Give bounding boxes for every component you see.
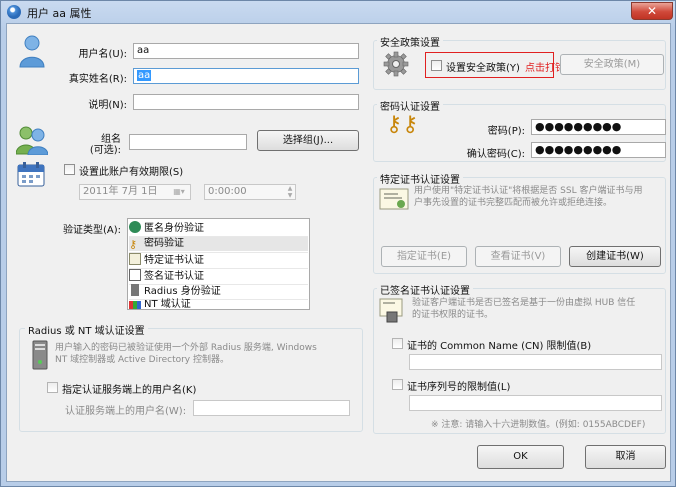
expiry-date-value: 2011年 7月 1日 xyxy=(83,186,158,197)
ok-button[interactable]: OK xyxy=(477,445,564,469)
user-app-icon xyxy=(7,5,21,19)
specify-server-username-label: 指定认证服务端上的用户名(K) xyxy=(62,385,197,396)
signed-certificate-icon xyxy=(129,269,141,281)
cn-limit-label: 证书的 Common Name (CN) 限制值(B) xyxy=(407,341,592,352)
confirm-password-label: 确认密码(C): xyxy=(466,149,525,160)
auth-item-signed-cert[interactable]: 签名证书认证 xyxy=(129,269,308,283)
specific-cert-group-title: 特定证书认证设置 xyxy=(377,171,463,186)
expiry-time-value: 0:00:00 xyxy=(208,186,247,197)
view-certificate-button[interactable]: 查看证书(V) xyxy=(475,246,561,267)
radius-description-line1: 用户输入的密码已被验证使用一个外部 Radius 服务端, Windows xyxy=(55,343,317,353)
specific-cert-description-line2: 户事先设置的证书完整匹配而被允许或拒绝连接。 xyxy=(414,198,613,208)
certificate-icon xyxy=(379,188,409,210)
key-icon: ⚷ xyxy=(129,238,138,251)
password-field[interactable]: ●●●●●●●●● xyxy=(531,119,666,135)
auth-type-list[interactable]: 匿名身份验证 ⚷ 密码验证 特定证书认证 签名证书认证 Radius 身份验证 N… xyxy=(127,218,310,310)
signed-cert-description-line2: 的证书权限的证书。 xyxy=(412,310,494,320)
calendar-icon xyxy=(17,162,45,187)
cn-limit-checkbox[interactable] xyxy=(392,338,403,349)
security-policy-checkbox-label: 设置安全政策(Y) xyxy=(446,63,520,74)
realname-field[interactable]: aa xyxy=(133,68,359,84)
security-policy-title: 安全政策设置 xyxy=(377,34,443,49)
time-spinner-icon: ▲ ▼ xyxy=(287,185,293,199)
security-policy-checkbox[interactable] xyxy=(431,60,442,71)
auth-item-label: 特定证书认证 xyxy=(144,255,204,266)
auth-item-anonymous[interactable]: 匿名身份验证 xyxy=(129,221,308,235)
server-username-label: 认证服务端上的用户名(W): xyxy=(65,406,187,417)
group-field[interactable] xyxy=(129,134,247,150)
description-field[interactable] xyxy=(133,94,359,110)
hex-note: ※ 注意: 请输入十六进制数值。(例如: 0155ABCDEF) xyxy=(431,420,646,430)
window-title: 用户 aa 属性 xyxy=(27,7,92,20)
group-icon xyxy=(16,126,48,155)
expiry-checkbox-label: 设置此账户有效期限(S) xyxy=(79,167,184,178)
security-policy-button[interactable]: 安全政策(M) xyxy=(560,54,664,75)
expiry-checkbox[interactable] xyxy=(64,164,75,175)
nt-domain-icon xyxy=(129,301,141,309)
specific-cert-description-line1: 用户使用"特定证书认证"将根据是否 SSL 客户端证书与用 xyxy=(414,186,643,196)
serial-limit-field[interactable] xyxy=(409,395,662,411)
signed-certificate-icon xyxy=(379,298,403,323)
gear-icon xyxy=(383,51,409,77)
specify-server-username-checkbox[interactable] xyxy=(47,382,58,393)
username-field[interactable]: aa xyxy=(133,43,359,59)
cancel-button[interactable]: 取消 xyxy=(585,445,666,469)
server-username-field[interactable] xyxy=(193,400,350,416)
annotation-text: 点击打钩 xyxy=(525,63,565,74)
signed-cert-description-line1: 验证客户端证书是否已签名是基于一份由虚拟 HUB 信任 xyxy=(412,298,636,308)
serial-limit-checkbox[interactable] xyxy=(392,379,403,390)
signed-cert-group-title: 已签名证书认证设置 xyxy=(377,282,473,297)
auth-item-specific-cert[interactable]: 特定证书认证 xyxy=(129,253,308,267)
realname-label: 真实姓名(R): xyxy=(68,74,127,85)
realname-selected-text: aa xyxy=(137,70,152,81)
anonymous-icon xyxy=(129,221,141,233)
cn-limit-field[interactable] xyxy=(409,354,662,370)
expiry-time-field: 0:00:00 xyxy=(204,184,296,200)
auth-item-password[interactable]: ⚷ 密码验证 xyxy=(129,237,308,251)
serial-limit-label: 证书序列号的限制值(L) xyxy=(407,382,511,393)
auth-item-label: 匿名身份验证 xyxy=(144,223,204,234)
title-bar[interactable]: 用户 aa 属性 ✕ xyxy=(1,1,676,23)
properties-window: 用户 aa 属性 ✕ 用户名(U): aa 真实姓名(R): aa 说明(N):… xyxy=(0,0,676,487)
server-icon xyxy=(32,340,48,370)
group-label-line2: (可选): xyxy=(89,145,121,156)
keys-icon: ⚷⚷ xyxy=(386,112,419,137)
auth-item-label: 密码验证 xyxy=(144,238,184,249)
auth-item-radius[interactable]: Radius 身份验证 xyxy=(129,284,308,298)
auth-item-nt-domain[interactable]: NT 域认证 xyxy=(129,298,308,312)
username-label: 用户名(U): xyxy=(78,49,128,60)
description-label: 说明(N): xyxy=(88,100,127,111)
close-button[interactable]: ✕ xyxy=(631,2,673,20)
certificate-icon xyxy=(129,253,141,265)
radius-group-title: Radius 或 NT 域认证设置 xyxy=(25,322,148,337)
create-certificate-button[interactable]: 创建证书(W) xyxy=(569,246,661,267)
radius-server-icon xyxy=(131,284,139,296)
password-group-title: 密码认证设置 xyxy=(377,98,443,113)
radius-description-line2: NT 域控制器或 Active Directory 控制器。 xyxy=(55,355,229,365)
confirm-password-field[interactable]: ●●●●●●●●● xyxy=(531,142,666,158)
user-icon xyxy=(19,35,45,68)
select-group-button[interactable]: 选择组(J)... xyxy=(257,130,359,151)
password-label: 密码(P): xyxy=(487,126,525,137)
calendar-dropdown-icon: ▦▾ xyxy=(173,187,185,196)
dialog-body: 用户名(U): aa 真实姓名(R): aa 说明(N): 组名 (可选): 选… xyxy=(6,23,671,482)
specify-certificate-button[interactable]: 指定证书(E) xyxy=(381,246,467,267)
auth-item-label: NT 域认证 xyxy=(144,299,191,310)
auth-item-label: 签名证书认证 xyxy=(144,271,204,282)
auth-type-label: 验证类型(A): xyxy=(62,225,121,236)
auth-item-label: Radius 身份验证 xyxy=(144,286,221,297)
